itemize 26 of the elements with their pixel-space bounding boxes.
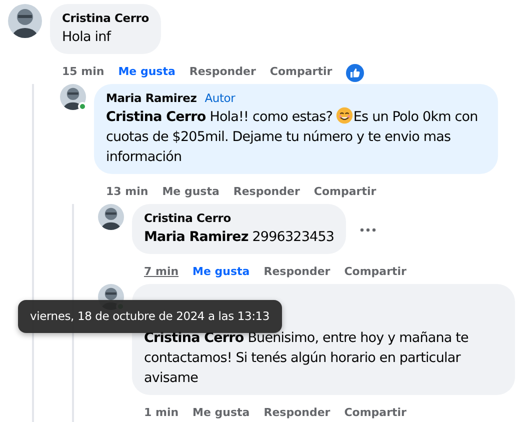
reply-link[interactable]: Responder bbox=[264, 405, 330, 422]
reply-link[interactable]: Responder bbox=[189, 64, 256, 81]
reply-link[interactable]: Responder bbox=[264, 264, 330, 281]
comment-text: Hola inf bbox=[62, 28, 112, 47]
comment-text: Cristina Cerro Hola!! como estas? Es un Polo 0km con cuotas de $205mil. Dejame tu número y te envio mas información bbox=[106, 107, 479, 167]
date-tooltip: viernes, 18 de octubre de 2024 a las 13:13 bbox=[18, 300, 282, 334]
share-link[interactable]: Compartir bbox=[270, 64, 332, 81]
timestamp-link[interactable]: 13 min bbox=[106, 184, 148, 201]
author-name[interactable]: Cristina Cerro bbox=[144, 211, 231, 225]
reply-link[interactable]: Responder bbox=[233, 184, 300, 201]
share-link[interactable]: Compartir bbox=[344, 405, 406, 422]
comment-text: Maria Ramirez 2996323453 bbox=[144, 228, 334, 247]
share-link[interactable]: Compartir bbox=[344, 264, 406, 281]
author-role-label: Autor bbox=[204, 91, 236, 105]
smiley-icon bbox=[336, 107, 354, 124]
like-link[interactable]: Me gusta bbox=[118, 64, 176, 81]
like-reaction-icon[interactable] bbox=[346, 64, 364, 82]
timestamp-link[interactable]: 7 min bbox=[144, 264, 179, 281]
like-link[interactable]: Me gusta bbox=[192, 264, 250, 281]
author-name[interactable]: Cristina Cerro bbox=[62, 11, 149, 25]
share-link[interactable]: Compartir bbox=[314, 184, 376, 201]
timestamp-link[interactable]: 15 min bbox=[62, 64, 104, 81]
timestamp-link[interactable]: 1 min bbox=[144, 405, 179, 422]
author-name[interactable]: Maria Ramirez bbox=[106, 91, 197, 105]
like-link[interactable]: Me gusta bbox=[162, 184, 220, 201]
like-link[interactable]: Me gusta bbox=[192, 405, 250, 422]
